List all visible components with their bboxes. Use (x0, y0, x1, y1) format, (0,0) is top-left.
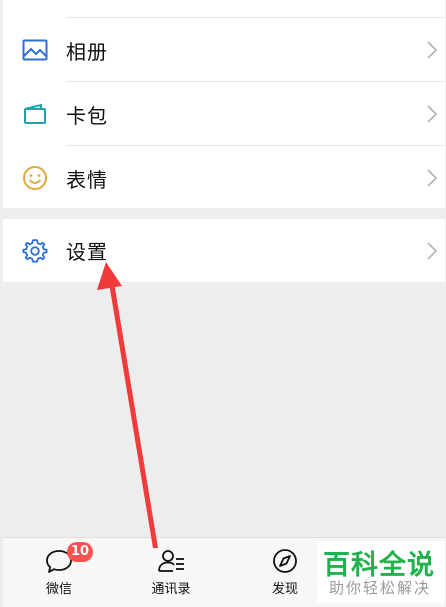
tab-contacts[interactable]: 通讯录 (131, 538, 211, 607)
menu-item-sticker[interactable]: 表情 (3, 146, 445, 210)
menu-card: 相册 卡包 表情 (3, 0, 445, 208)
menu-item-label: 设置 (66, 240, 108, 264)
menu-item-card-wallet[interactable]: 卡包 (3, 82, 445, 146)
watermark-subtitle: 助你轻松解决 (329, 579, 432, 597)
phone-screen: 相册 卡包 表情 设置 10 微信 通讯录 发现 百科全说 助你轻松解决 (3, 0, 445, 607)
menu-item-label: 表情 (66, 167, 108, 192)
gear-icon (21, 237, 49, 265)
chevron-right-icon (427, 241, 438, 260)
tab-chats[interactable]: 10 微信 (19, 538, 99, 607)
tab-discover[interactable]: 发现 (245, 538, 325, 607)
compass-icon (273, 549, 297, 573)
chevron-right-icon (427, 169, 438, 187)
chevron-right-icon (427, 41, 438, 59)
menu-item-label: 相册 (66, 39, 108, 64)
tab-label: 通讯录 (151, 582, 191, 597)
album-icon (21, 36, 49, 64)
menu-item-settings[interactable]: 设置 (3, 219, 445, 282)
settings-card: 设置 (3, 219, 445, 282)
chevron-right-icon (427, 105, 438, 123)
watermark: 百科全说 助你轻松解决 (317, 541, 445, 603)
tab-label: 微信 (45, 582, 72, 597)
menu-item-label: 卡包 (66, 103, 108, 128)
tab-label: 发现 (271, 582, 298, 597)
unread-badge: 10 (67, 542, 93, 562)
card-wallet-icon (21, 100, 49, 128)
contacts-icon (158, 550, 184, 572)
sticker-smile-icon (21, 164, 49, 192)
menu-item-album[interactable]: 相册 (3, 18, 445, 82)
